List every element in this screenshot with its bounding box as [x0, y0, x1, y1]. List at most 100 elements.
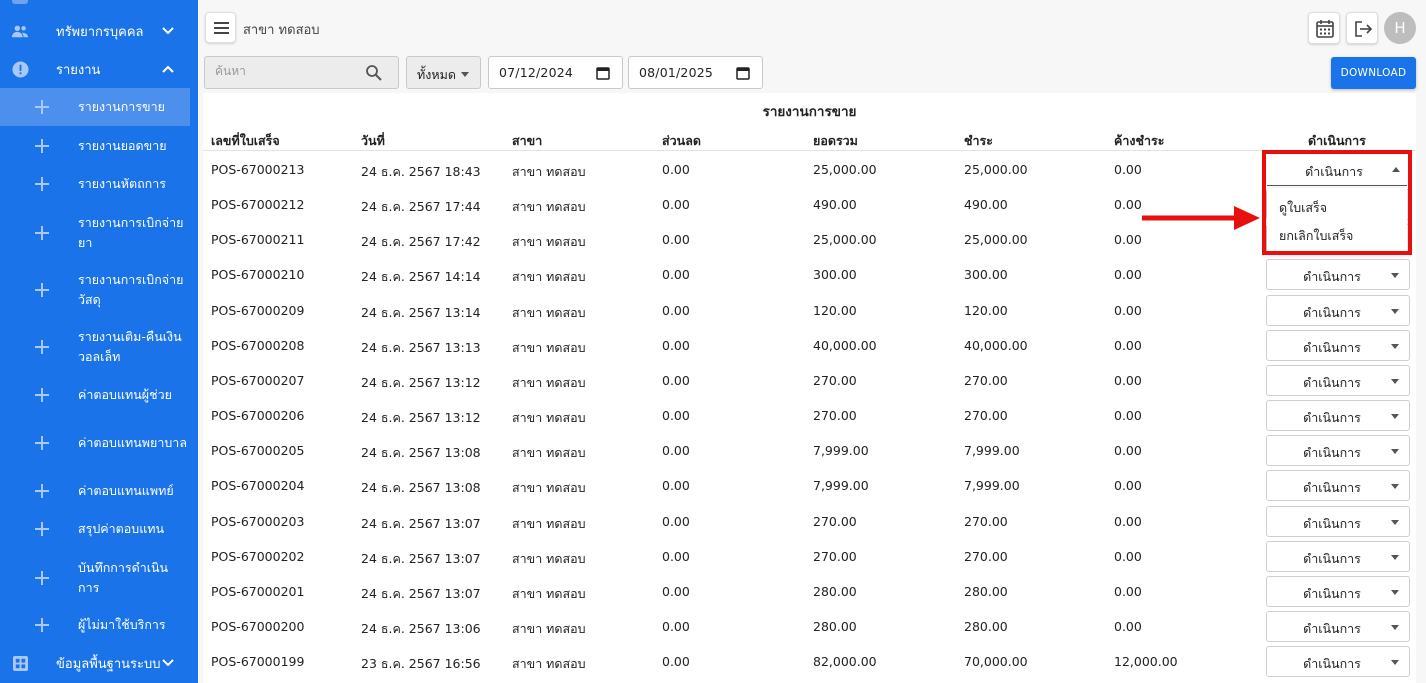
date-from-field[interactable]: 07/12/2024 — [488, 56, 623, 89]
cell-paid: 270.00 — [964, 408, 1008, 424]
cell-discount: 0.00 — [662, 408, 690, 424]
cell-discount: 0.00 — [662, 267, 690, 283]
sidebar-item-sales-total[interactable]: รายงานยอดขาย — [0, 127, 190, 165]
cell-date: 24 ธ.ค. 2567 13:14 — [361, 304, 481, 320]
table-row: POS-67000209 24 ธ.ค. 2567 13:14 สาขา ทดสอบ… — [203, 293, 1416, 328]
cell-outstanding: 0.00 — [1114, 162, 1142, 177]
cell-total: 82,000.00 — [813, 654, 877, 670]
caret-down-icon — [1391, 660, 1399, 666]
cell-receipt-no: POS-67000210 — [211, 267, 305, 283]
sidebar-group-reports[interactable]: รายงาน — [0, 50, 198, 88]
calendar-icon[interactable] — [596, 66, 610, 80]
column-header-paid: ชำระ — [964, 133, 993, 148]
action-select[interactable]: ดำเนินการ — [1266, 610, 1410, 642]
action-select[interactable]: ดำเนินการ — [1266, 364, 1410, 396]
sidebar-item-assistant-fee[interactable]: ค่าตอบแทนผู้ช่วย — [0, 376, 190, 414]
status-select[interactable]: ทั้งหมด — [406, 56, 481, 89]
action-select[interactable]: ดำเนินการ — [1266, 329, 1410, 361]
sidebar-item-nurse-fee[interactable]: ค่าตอบแทนพยาบาล — [0, 420, 190, 466]
action-select[interactable]: ดำเนินการ — [1266, 505, 1410, 537]
action-select[interactable]: ดำเนินการ — [1266, 294, 1410, 326]
cell-outstanding: 0.00 — [1114, 583, 1142, 599]
search-input[interactable] — [215, 64, 355, 78]
table-row: POS-67000210 24 ธ.ค. 2567 14:14 สาขา ทดสอบ… — [203, 257, 1416, 292]
date-to-field[interactable]: 08/01/2025 — [628, 56, 763, 89]
action-select-value: ดำเนินการ — [1303, 550, 1361, 566]
menu-icon — [214, 22, 229, 24]
sidebar-item-drug-dispense[interactable]: รายงานการเบิกจ่ายยา — [0, 210, 190, 256]
column-header-date: วันที่ — [361, 133, 385, 148]
plus-icon — [35, 283, 49, 297]
caret-down-icon — [1391, 343, 1399, 349]
download-button[interactable]: DOWNLOAD — [1331, 57, 1416, 89]
sidebar-item-label: รายงานยอดขาย — [78, 138, 167, 153]
action-select[interactable]: ดำเนินการ — [1266, 259, 1410, 291]
sidebar-item-label: รายงานการขาย — [78, 99, 165, 114]
sidebar-item-label: บันทึกการดำเนินการ — [78, 560, 169, 595]
cell-total: 7,999.00 — [813, 443, 869, 459]
branch-title: สาขา ทดสอบ — [243, 23, 320, 38]
cell-outstanding: 0.00 — [1114, 337, 1142, 353]
plus-icon — [35, 571, 49, 585]
menu-toggle-button[interactable] — [205, 12, 236, 43]
sidebar-item-wallet[interactable]: รายงานเติม-คืนเงินวอลเล็ท — [0, 324, 190, 370]
action-select[interactable]: ดำเนินการ — [1266, 435, 1410, 467]
calendar-button[interactable] — [1308, 12, 1340, 44]
action-select[interactable]: ดำเนินการ — [1266, 470, 1410, 502]
avatar[interactable]: H — [1384, 12, 1416, 44]
caret-down-icon — [461, 72, 469, 77]
sidebar-item-no-show[interactable]: ผู้ไม่มาใช้บริการ — [0, 606, 190, 644]
cell-date: 24 ธ.ค. 2567 13:12 — [361, 410, 481, 426]
cell-discount: 0.00 — [662, 302, 690, 318]
sidebar-item-material-dispense[interactable]: รายงานการเบิกจ่ายวัสดุ — [0, 267, 190, 313]
action-select[interactable]: ดำเนินการ — [1266, 575, 1410, 607]
cell-receipt-no: POS-67000213 — [211, 162, 305, 177]
plus-icon — [35, 177, 49, 191]
column-header-total: ยอดรวม — [813, 133, 858, 148]
cell-date: 24 ธ.ค. 2567 13:12 — [361, 374, 481, 390]
sidebar-item-fee-summary[interactable]: สรุปค่าตอบแทน — [0, 510, 190, 548]
action-select-value: ดำเนินการ — [1303, 445, 1361, 461]
cell-outstanding: 0.00 — [1114, 408, 1142, 424]
status-select-value: ทั้งหมด — [417, 67, 456, 82]
plus-icon — [35, 139, 49, 153]
annotation-arrow-icon — [1142, 206, 1260, 230]
sidebar-item-activity-log[interactable]: บันทึกการดำเนินการ — [0, 555, 190, 601]
cell-date: 24 ธ.ค. 2567 13:08 — [361, 480, 481, 496]
cell-branch: สาขา ทดสอบ — [512, 304, 586, 320]
cell-branch: สาขา ทดสอบ — [512, 234, 586, 250]
action-select[interactable]: ดำเนินการ — [1266, 540, 1410, 572]
sidebar-group-master-data[interactable]: ข้อมูลพื้นฐานระบบ — [0, 644, 198, 682]
table-row: POS-67000203 24 ธ.ค. 2567 13:07 สาขา ทดสอบ… — [203, 504, 1416, 539]
logout-button[interactable] — [1346, 12, 1378, 44]
cell-discount: 0.00 — [662, 618, 690, 634]
cell-total: 270.00 — [813, 513, 857, 529]
plus-icon — [35, 436, 49, 450]
sidebar-group-label: รายงาน — [56, 62, 101, 78]
cell-branch: สาขา ทดสอบ — [512, 199, 586, 215]
cell-receipt-no: POS-67000209 — [211, 302, 305, 318]
sidebar-item-sales-report[interactable]: รายงานการขาย — [0, 88, 190, 126]
cell-branch: สาขา ทดสอบ — [512, 445, 586, 461]
cell-discount: 0.00 — [662, 197, 690, 213]
cell-discount: 0.00 — [662, 337, 690, 353]
action-select[interactable]: ดำเนินการ — [1266, 400, 1410, 432]
calendar-icon[interactable] — [736, 66, 750, 80]
table-row: POS-67000199 23 ธ.ค. 2567 16:56 สาขา ทดสอบ… — [203, 644, 1416, 679]
cell-date: 24 ธ.ค. 2567 13:06 — [361, 620, 481, 636]
sidebar-item-label: รายงานการเบิกจ่ายยา — [78, 215, 184, 250]
search-icon[interactable] — [365, 64, 383, 82]
cell-paid: 270.00 — [964, 548, 1008, 564]
sidebar-group-hr[interactable]: ทรัพยากรบุคคล — [0, 12, 198, 50]
action-select[interactable]: ดำเนินการ — [1266, 646, 1410, 678]
sidebar-item-doctor-fee[interactable]: ค่าตอบแทนแพทย์ — [0, 472, 190, 510]
sidebar-item-procedures[interactable]: รายงานหัตถการ — [0, 165, 190, 203]
search-field[interactable] — [204, 56, 399, 89]
chevron-down-icon — [162, 659, 174, 667]
cell-outstanding: 0.00 — [1114, 548, 1142, 564]
cell-total: 25,000.00 — [813, 162, 877, 177]
cell-date: 24 ธ.ค. 2567 13:08 — [361, 445, 481, 461]
alert-circle-icon — [12, 61, 29, 78]
date-to-value: 08/01/2025 — [639, 65, 714, 80]
cell-outstanding: 0.00 — [1114, 372, 1142, 388]
